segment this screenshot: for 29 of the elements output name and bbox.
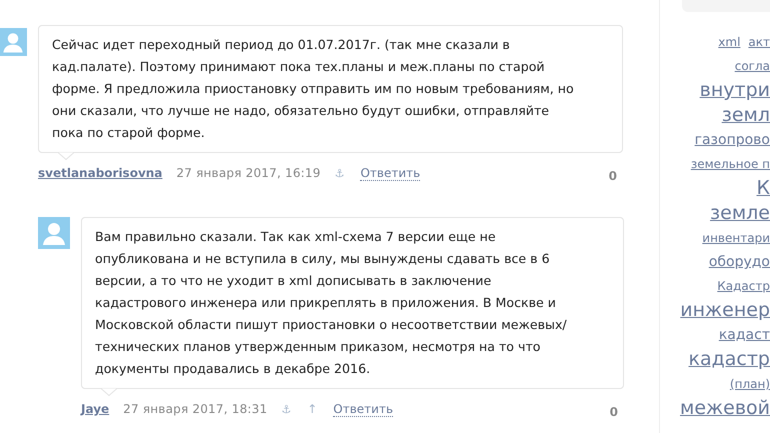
comment-date: 27 января 2017, 18:31 (123, 402, 268, 416)
tag-link[interactable]: инвентари (702, 226, 770, 250)
tag-link[interactable]: оборудо (708, 250, 770, 274)
comment-text: Сейчас идет переходный период до 01.07.2017г. (так мне сказали в кад.палате). Поэтому принимают пока тех.планы и меж.планы по старой форме. Я предложила приостановку отправить им по новым требованиям, но они сказали, что лучше не надо, обязательно будут ошибки, отправляйте пока по старой форме. (52, 37, 574, 140)
tag-link[interactable]: xml (718, 30, 740, 54)
comment-date: 27 января 2017, 16:19 (176, 166, 321, 180)
tag-link[interactable]: газопрово (694, 128, 770, 152)
author-link[interactable]: Jaye (81, 402, 110, 416)
tag-link[interactable]: акт (748, 30, 770, 54)
tag-link[interactable]: кадастр (688, 347, 770, 372)
tag-link[interactable]: внутри (700, 78, 770, 103)
avatar-icon (38, 217, 70, 249)
reply-link[interactable]: Ответить (360, 166, 420, 180)
tag-link[interactable]: земле (710, 201, 770, 226)
reply-link[interactable]: Ответить (333, 402, 394, 416)
tag-link[interactable]: К (756, 176, 770, 201)
tag-link[interactable]: Кадастр (717, 274, 770, 298)
comment-score: 0 (608, 168, 617, 183)
tag-link[interactable]: кадаст (718, 323, 770, 347)
tag-link[interactable]: (план) (730, 372, 770, 396)
tag-link[interactable]: инженер (680, 298, 770, 323)
comment-score: 0 (610, 404, 618, 419)
tag-link[interactable]: земельное п (690, 152, 770, 176)
author-link[interactable]: svetlanaborisovna (38, 166, 162, 180)
tag-link[interactable]: согла (734, 54, 770, 78)
comment-text: Вам правильно сказали. Так как xml-схема 7 версии еще не опубликована и не вступила в силу, мы вынуждены сдавать все в 6 версии, а то что не уходит в xml дописывать в заключение кадастрового инженера или прикреплять в приложения. В Москве и Московской области пишут приостановки о несоответствии межевых/ технических планов утвержденным приказом, несмотря на то что документы продавались в декабре 2016. (95, 229, 567, 376)
tag-link[interactable]: межевой (680, 396, 770, 421)
tag-link[interactable]: земл (722, 103, 770, 128)
avatar-icon (0, 28, 27, 56)
